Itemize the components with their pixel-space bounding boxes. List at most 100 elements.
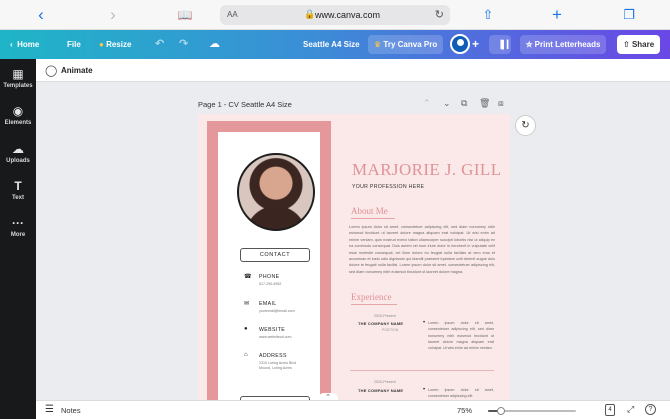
text-icon: T [14, 179, 22, 193]
address-title[interactable]: ADDRESS [259, 353, 287, 359]
back-icon[interactable]: ‹ [31, 6, 51, 24]
canva-editor: ‹ › 📖 AA 🔒 www.canva.com ↻ ⇧ + ❐ ‹ Home … [0, 0, 670, 419]
website-value[interactable]: www.websiteurl.com [259, 335, 319, 340]
sidebar-item-label: Uploads [6, 158, 30, 164]
experience-heading[interactable]: Experience [351, 292, 397, 305]
sidebar-item-label: Elements [4, 120, 32, 126]
address-value[interactable]: 2310 Loring Acres Blvd Mound, Loring Acr… [259, 361, 299, 371]
about-heading[interactable]: About Me [351, 206, 395, 219]
design-canvas[interactable]: CONTACT ☎ PHONE 617-290-4952 ✉ EMAIL you… [198, 114, 510, 404]
context-toolbar: ◯ Animate [36, 59, 670, 82]
resize-label: Resize [106, 40, 132, 49]
notes-icon: ☰ [45, 404, 54, 415]
zoom-slider[interactable] [488, 407, 576, 415]
share-label: Share [631, 40, 655, 49]
globe-icon: ● [244, 326, 248, 332]
email-value[interactable]: youremail@email.com [259, 309, 319, 314]
refresh-icon[interactable]: ↻ [515, 115, 536, 136]
left-column: CONTACT ☎ PHONE 617-290-4952 ✉ EMAIL you… [218, 132, 320, 404]
delete-page-icon[interactable]: 🗑 [479, 98, 490, 109]
home-label: Home [17, 40, 40, 49]
text-size-button[interactable]: AA [227, 10, 238, 19]
cloud-saved-icon[interactable]: ☁ [209, 30, 220, 59]
resize-button[interactable]: ● Resize [99, 30, 131, 59]
browser-toolbar: ‹ › 📖 AA 🔒 www.canva.com ↻ ⇧ + ❐ [0, 0, 670, 30]
share-button[interactable]: ⇧ Share [617, 35, 661, 54]
file-menu[interactable]: File [67, 30, 81, 59]
crown-icon: ● [99, 40, 104, 49]
reload-icon[interactable]: ↻ [435, 8, 444, 21]
sidebar-item-more[interactable]: ··· More [0, 216, 36, 238]
home-address-icon: ⌂ [244, 352, 248, 358]
more-dots-icon: ··· [12, 216, 24, 230]
page-count-button[interactable]: 4 [605, 404, 615, 416]
experience-company[interactable]: THE COMPANY NAME [358, 388, 403, 393]
sidebar-item-label: Text [12, 195, 24, 201]
forward-icon[interactable]: › [103, 6, 123, 24]
document-title[interactable]: Seattle A4 Size [303, 30, 360, 59]
try-pro-label: Try Canva Pro [383, 40, 438, 49]
animate-button[interactable]: Animate [61, 66, 93, 75]
profile-photo[interactable] [237, 153, 315, 231]
experience-text[interactable]: Lorem ipsum dolor sit amet, consectetuer… [428, 387, 494, 400]
page-title[interactable]: Page 1 - CV Seattle A4 Size [198, 100, 292, 109]
experience-position[interactable]: POSITION [382, 328, 398, 332]
insights-icon[interactable]: ▕▌▎ [489, 35, 513, 54]
footer-bar: ☰ Notes 75% 4 ⤢ ? [36, 400, 670, 419]
zoom-slider-handle[interactable] [497, 407, 506, 415]
sidebar-item-label: Templates [3, 83, 33, 89]
editor-header: ‹ Home File ● Resize ↶ ↷ ☁ Seattle A4 Si… [0, 30, 670, 59]
avatar[interactable] [450, 34, 470, 54]
add-page-icon[interactable]: ⧈ [498, 98, 504, 109]
phone-icon: ☎ [244, 274, 252, 280]
share-sheet-icon[interactable]: ⇧ [478, 6, 498, 24]
templates-icon: ▦ [12, 67, 24, 81]
bookmarks-icon[interactable]: 📖 [175, 6, 195, 24]
print-label: Print Letterheads [534, 40, 601, 49]
redo-icon[interactable]: ↷ [179, 30, 188, 59]
contact-heading[interactable]: CONTACT [240, 248, 310, 262]
new-tab-icon[interactable]: + [547, 6, 567, 24]
section-divider [350, 370, 494, 371]
elements-icon: ◉ [12, 104, 24, 118]
phone-title[interactable]: PHONE [259, 274, 279, 280]
add-people-icon[interactable]: + [472, 30, 479, 59]
experience-text[interactable]: Lorem ipsum dolor sit amet, consectetuer… [428, 320, 494, 351]
email-icon: ✉ [244, 301, 250, 307]
experience-date[interactable]: 2020-Present [374, 314, 396, 318]
resume-name[interactable]: MARJORIE J. GILL [352, 160, 501, 180]
sidebar-item-text[interactable]: T Text [0, 179, 36, 201]
experience-date[interactable]: 2020-Present [374, 380, 396, 384]
left-column-frame: CONTACT ☎ PHONE 617-290-4952 ✉ EMAIL you… [207, 121, 331, 404]
lock-icon: 🔒 [304, 9, 316, 19]
experience-company[interactable]: THE COMPANY NAME [358, 321, 403, 326]
home-button[interactable]: ‹ Home [10, 30, 39, 59]
crown-icon: ♛ [374, 40, 382, 49]
sidebar-item-templates[interactable]: ▦ Templates [0, 67, 36, 89]
tabs-icon[interactable]: ❐ [619, 6, 639, 24]
website-title[interactable]: WEBSITE [259, 327, 285, 333]
about-text[interactable]: Lorem ipsum dolor sit amet, consectetuer… [349, 224, 495, 275]
undo-icon[interactable]: ↶ [155, 30, 164, 59]
duplicate-page-icon[interactable]: ⧉ [461, 98, 467, 109]
email-title[interactable]: EMAIL [259, 301, 277, 307]
try-canva-pro-button[interactable]: ♛ Try Canva Pro [368, 35, 444, 54]
share-icon: ⇧ [623, 40, 630, 49]
sidebar-item-uploads[interactable]: ☁ Uploads [0, 142, 36, 164]
move-page-up-icon[interactable]: ⌃ [423, 98, 431, 109]
move-page-down-icon[interactable]: ⌄ [443, 98, 451, 109]
sidebar-item-elements[interactable]: ◉ Elements [0, 104, 36, 126]
fullscreen-icon[interactable]: ⤢ [627, 404, 634, 415]
sidebar-item-label: More [10, 232, 26, 238]
phone-value[interactable]: 617-290-4952 [259, 282, 319, 287]
upload-cloud-icon: ☁ [12, 142, 24, 156]
resume-profession[interactable]: YOUR PROFESSION HERE [352, 184, 424, 190]
address-bar[interactable]: AA 🔒 www.canva.com ↻ [220, 5, 450, 25]
help-icon[interactable]: ? [645, 404, 656, 415]
notes-button[interactable]: Notes [61, 406, 81, 415]
side-panel: ▦ Templates ◉ Elements ☁ Uploads T Text ··· M… [0, 59, 36, 419]
zoom-level[interactable]: 75% [457, 406, 472, 415]
animate-icon: ◯ [45, 65, 58, 77]
url-text: www.canva.com [315, 10, 381, 20]
print-letterheads-button[interactable]: ⛦ Print Letterheads [520, 35, 607, 54]
